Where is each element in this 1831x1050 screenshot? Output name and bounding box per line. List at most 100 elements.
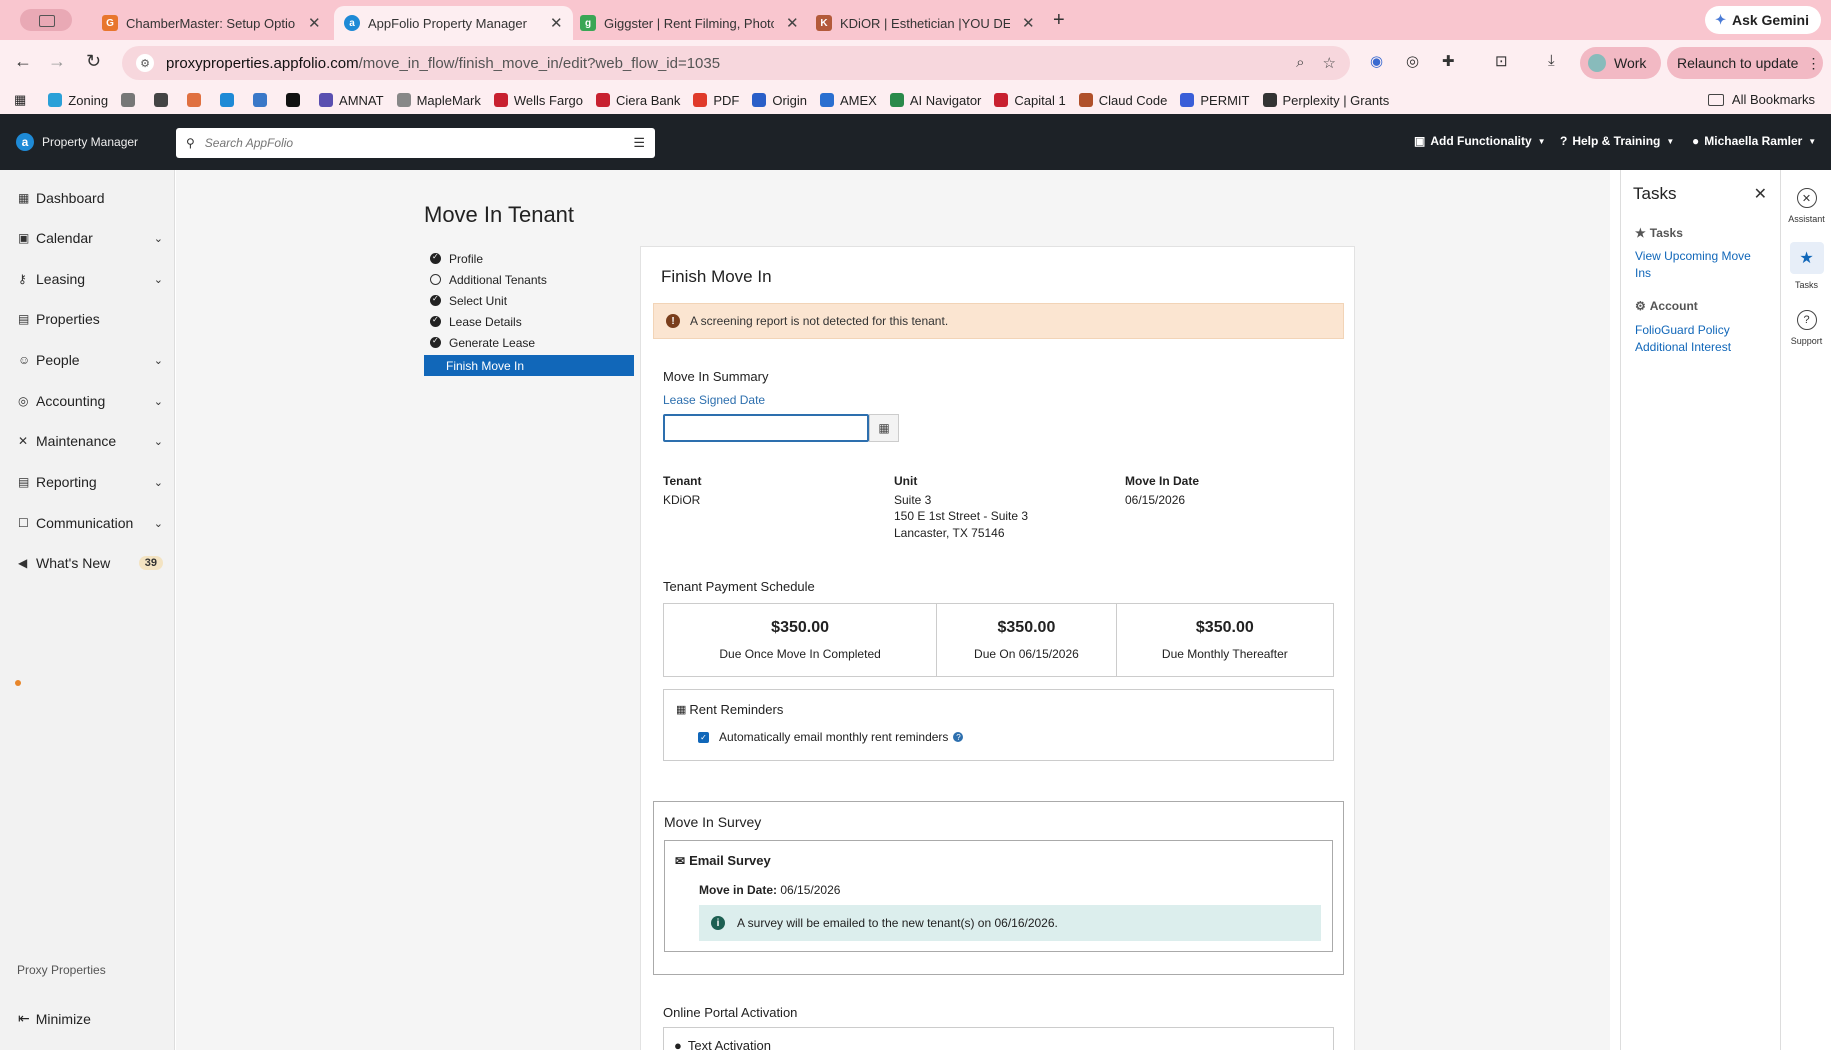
payment-desc: Due On 06/15/2026	[974, 647, 1079, 661]
tab-chambermaster[interactable]: G ChamberMaster: Setup Optio ✕	[92, 6, 331, 40]
close-tab-icon[interactable]: ✕	[786, 14, 799, 32]
address-bar[interactable]: ⚙ proxyproperties.appfolio.com/move_in_f…	[122, 46, 1350, 80]
rent-reminders-option: ✓ Automatically email monthly rent remin…	[698, 730, 964, 744]
new-tab-icon[interactable]: +	[1053, 9, 1065, 32]
tab-appfolio[interactable]: a AppFolio Property Manager ✕	[334, 6, 573, 40]
bookmark-item[interactable]	[187, 93, 207, 107]
sidebar-item-reporting[interactable]: ▤ Reporting ⌄	[18, 474, 163, 490]
step-profile[interactable]: Profile	[424, 248, 634, 269]
bookmark-item[interactable]: PERMIT	[1180, 92, 1250, 108]
close-icon[interactable]: ✕	[1754, 184, 1767, 204]
bookmark-item[interactable]	[286, 93, 306, 107]
bookmark-item[interactable]	[121, 93, 141, 107]
bookmark-item[interactable]: AMNAT	[319, 93, 384, 108]
step-lease-details[interactable]: Lease Details	[424, 311, 634, 332]
bookmark-item[interactable]: Ciera Bank	[596, 93, 680, 108]
user-menu[interactable]: ● Michaella Ramler ▼	[1692, 134, 1816, 148]
back-arrow-icon[interactable]: ←	[14, 51, 32, 72]
move-in-date-column: Move In Date 06/15/2026	[1125, 473, 1199, 508]
site-info-icon[interactable]: ⚙	[136, 54, 154, 72]
ask-gemini-button[interactable]: ✦ Ask Gemini	[1705, 6, 1821, 34]
tab-search-icon[interactable]: ⊡	[1495, 52, 1508, 70]
bookmark-item[interactable]: Capital 1	[994, 93, 1066, 108]
gears-icon: ⚙	[1635, 299, 1646, 313]
close-tab-icon[interactable]: ✕	[308, 14, 321, 32]
rent-reminders-checkbox[interactable]: ✓	[698, 731, 709, 743]
step-generate-lease[interactable]: Generate Lease	[424, 332, 634, 353]
right-rail: ✕ Assistant ★ Tasks ? Support	[1780, 170, 1831, 1050]
tab-kdior[interactable]: K KDiOR | Esthetician |YOU DEF ✕	[806, 6, 1045, 40]
survey-info-text: A survey will be emailed to the new tena…	[737, 916, 1058, 930]
extension-icon[interactable]: ◉	[1370, 52, 1383, 70]
tab-giggster[interactable]: g Giggster | Rent Filming, Photo ✕	[570, 6, 809, 40]
forward-arrow-icon[interactable]: →	[48, 51, 66, 72]
folioguard-policy-link[interactable]: FolioGuard Policy Additional Interest	[1635, 322, 1765, 356]
relaunch-button[interactable]: Relaunch to update ⋮	[1667, 47, 1823, 79]
rail-tasks[interactable]: ★ Tasks	[1781, 242, 1831, 290]
bookmark-item[interactable]: PDF	[693, 93, 739, 108]
step-select-unit[interactable]: Select Unit	[424, 290, 634, 311]
rail-assistant[interactable]: ✕ Assistant	[1781, 188, 1831, 224]
sidebar-item-whats-new[interactable]: ◀ What's New 39	[18, 555, 163, 571]
appfolio-logo[interactable]: a Property Manager	[16, 133, 138, 151]
bookmark-favicon-icon	[820, 93, 835, 107]
add-functionality-label: Add Functionality	[1430, 134, 1532, 148]
download-icon[interactable]: ⤓	[1548, 52, 1555, 69]
sidebar-item-accounting[interactable]: ◎ Accounting ⌄	[18, 393, 163, 409]
window-switcher-icon[interactable]	[20, 9, 72, 31]
apps-grid-icon[interactable]: ▦	[14, 92, 26, 108]
message-icon: ☐	[18, 516, 29, 530]
bookmark-item[interactable]	[220, 93, 240, 107]
bookmark-favicon-icon	[596, 93, 611, 107]
view-upcoming-move-ins-link[interactable]: View Upcoming Move Ins	[1635, 248, 1765, 282]
sidebar-item-maintenance[interactable]: ✕ Maintenance ⌄	[18, 433, 163, 449]
close-tab-icon[interactable]: ✕	[1022, 14, 1035, 32]
password-manager-icon[interactable]: ◎	[1406, 52, 1419, 70]
sidebar-item-people[interactable]: ☺ People ⌄	[18, 352, 163, 368]
bookmark-item[interactable]: Perplexity | Grants	[1262, 93, 1389, 108]
tab-title: Giggster | Rent Filming, Photo	[604, 15, 774, 31]
bookmark-favicon-icon	[1262, 93, 1277, 107]
chevron-down-icon: ⌄	[153, 476, 163, 489]
bookmark-item[interactable]	[253, 93, 273, 107]
bookmark-star-icon[interactable]: ☆	[1323, 54, 1336, 72]
puzzle-extensions-icon[interactable]: ✚	[1442, 52, 1455, 70]
profile-button[interactable]: Work	[1580, 47, 1661, 79]
bookmark-item[interactable]: Zoning	[48, 93, 108, 108]
gemini-spark-icon: ✦	[1715, 12, 1726, 27]
user-circle-icon: ●	[1692, 134, 1700, 148]
sidebar-item-calendar[interactable]: ▣ Calendar ⌄	[18, 230, 163, 246]
bookmark-favicon-icon	[319, 93, 334, 107]
bookmark-item[interactable]: Origin	[752, 93, 807, 108]
close-tab-icon[interactable]: ✕	[550, 14, 563, 32]
bookmark-item[interactable]: Claud Code	[1078, 93, 1167, 108]
sidebar-item-label: Dashboard	[36, 190, 105, 206]
sidebar-item-leasing[interactable]: ⚷ Leasing ⌄	[18, 271, 163, 287]
zoom-icon[interactable]: ⌕	[1296, 54, 1304, 72]
bookmark-item[interactable]: AMEX	[820, 93, 877, 108]
help-icon[interactable]: ?	[953, 732, 964, 742]
bookmark-item[interactable]: AI Navigator	[889, 93, 981, 108]
rail-support[interactable]: ? Support	[1781, 310, 1831, 346]
step-finish-move-in[interactable]: Finish Move In	[424, 355, 634, 376]
calendar-picker-icon[interactable]: ▦	[869, 414, 899, 442]
step-additional-tenants[interactable]: Additional Tenants	[424, 269, 634, 290]
bookmark-item[interactable]: Wells Fargo	[493, 93, 583, 108]
reload-icon[interactable]: ↻	[86, 51, 101, 72]
sidebar-item-properties[interactable]: ▤ Properties	[18, 311, 163, 327]
add-functionality-menu[interactable]: ▣ Add Functionality ▼	[1414, 134, 1546, 148]
all-bookmarks-button[interactable]: All Bookmarks	[1707, 92, 1815, 107]
help-training-menu[interactable]: ? Help & Training ▼	[1560, 134, 1674, 148]
tools-icon: ✕	[18, 434, 29, 448]
lease-signed-date-input[interactable]	[663, 414, 869, 442]
caret-down-icon: ▼	[1808, 136, 1817, 146]
search-input[interactable]	[204, 136, 625, 150]
minimize-button[interactable]: ⇤ Minimize	[18, 1010, 91, 1027]
portal-activation-box: ● Text Activation	[663, 1027, 1334, 1050]
sidebar-item-dashboard[interactable]: ▦ Dashboard	[18, 190, 163, 206]
sidebar-item-communication[interactable]: ☐ Communication ⌄	[18, 515, 163, 531]
bookmark-label: PERMIT	[1200, 92, 1250, 108]
bookmark-item[interactable]	[154, 93, 174, 107]
filter-sliders-icon[interactable]: ☰	[633, 135, 645, 151]
bookmark-item[interactable]: MapleMark	[396, 93, 481, 108]
